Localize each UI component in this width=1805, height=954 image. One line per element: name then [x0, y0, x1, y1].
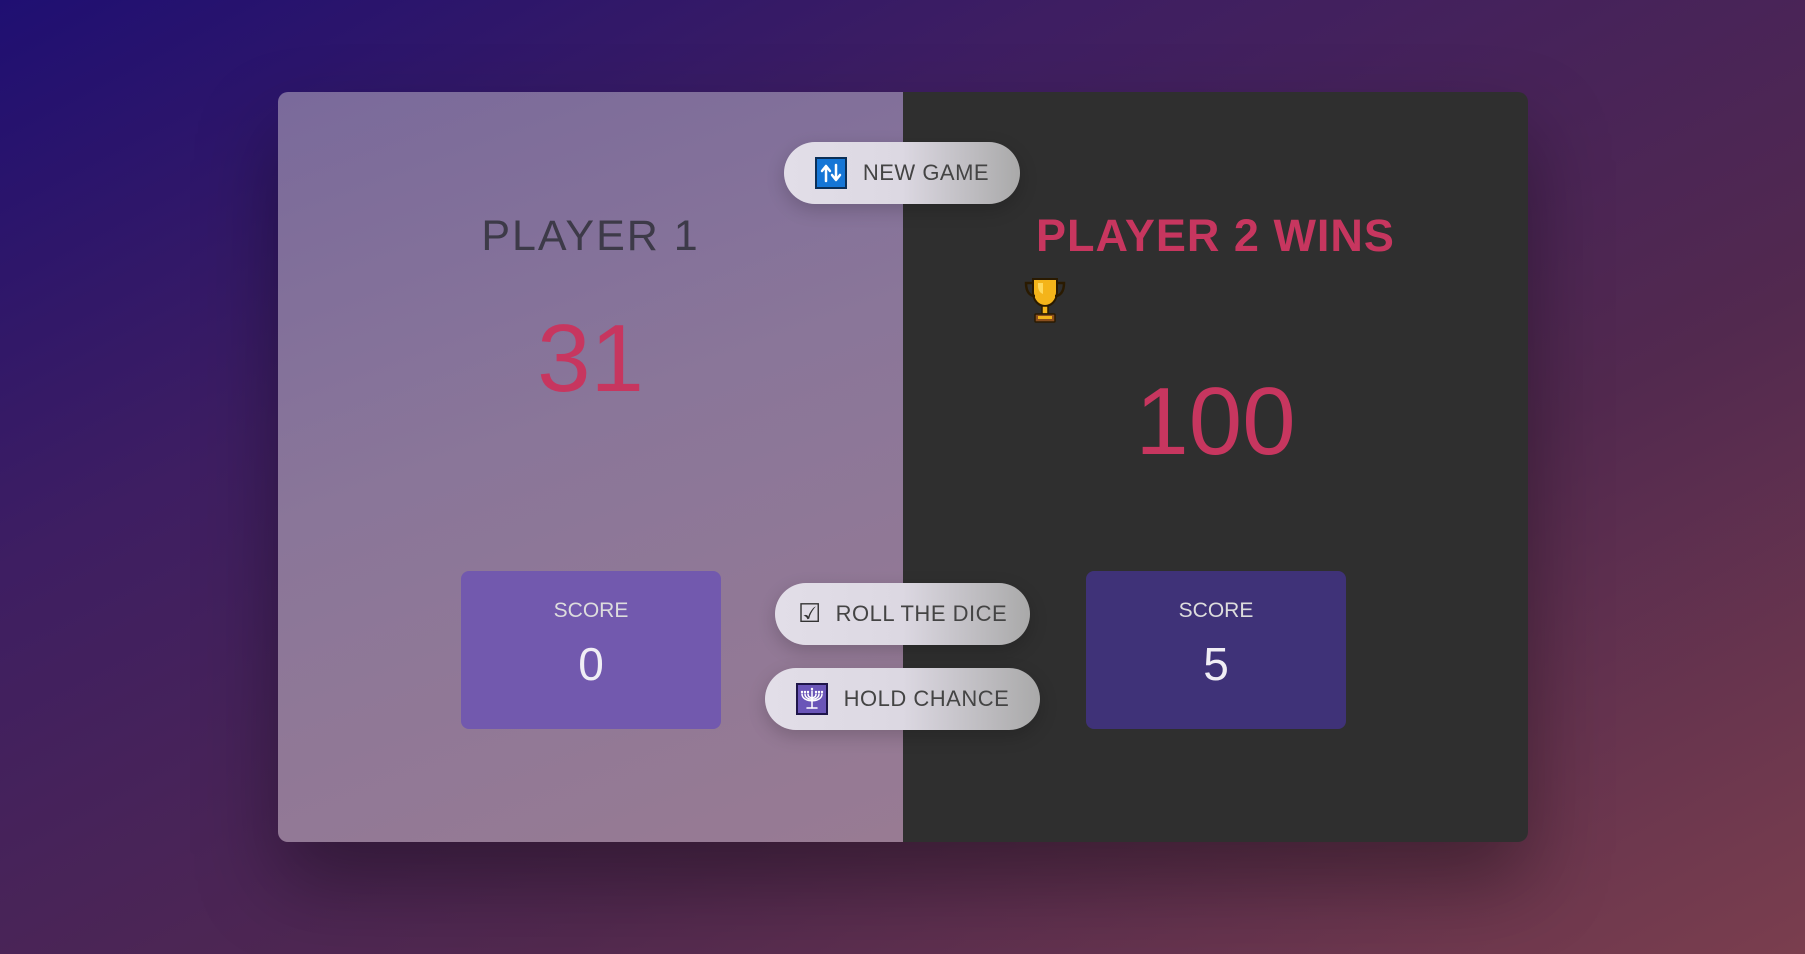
player-1-total-score: 31	[537, 305, 644, 412]
roll-dice-label: ROLL THE DICE	[835, 601, 1008, 626]
roll-dice-button[interactable]: ☑ ROLL THE DICE	[775, 583, 1030, 645]
player-2-current-score: 5	[1203, 638, 1229, 690]
player-1-current-score: 0	[578, 638, 604, 690]
player-2-name: PLAYER 2 WINS	[1036, 210, 1395, 261]
player-2-total-score: 100	[1135, 368, 1296, 475]
hold-chance-button[interactable]: HOLD CHANCE	[765, 668, 1040, 730]
checkbox-icon: ☑	[797, 599, 822, 629]
player-1-current-label: SCORE	[553, 599, 629, 622]
new-game-label: NEW GAME	[862, 160, 990, 185]
new-game-button[interactable]: NEW GAME	[784, 142, 1020, 204]
player-1-current-box: SCORE 0	[461, 571, 721, 729]
menorah-icon	[795, 683, 828, 715]
trophy-icon	[1024, 278, 1066, 323]
refresh-icon	[814, 157, 847, 189]
player-2-current-box: SCORE 5	[1086, 571, 1346, 729]
hold-chance-label: HOLD CHANCE	[843, 686, 1010, 711]
player-1-name: PLAYER 1	[481, 212, 700, 260]
player-2-current-label: SCORE	[1178, 599, 1254, 622]
